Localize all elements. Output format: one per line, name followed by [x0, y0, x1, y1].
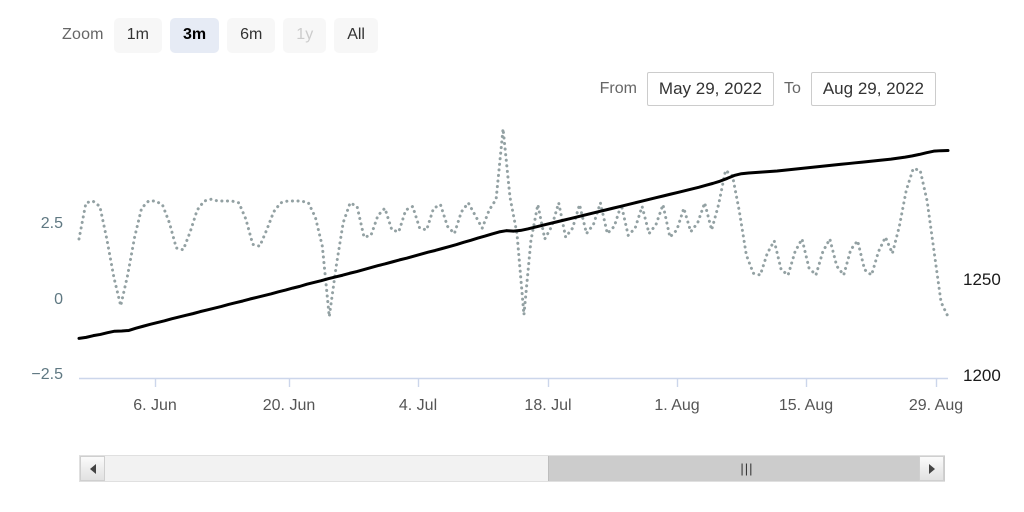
y-axis-left-tick-label: 2.5 — [41, 215, 63, 232]
range-button-1m[interactable]: 1m — [114, 18, 162, 53]
x-axis-tick-label: 1. Aug — [654, 397, 699, 414]
grip-icon: ||| — [740, 462, 753, 475]
chart-navigator-scrollbar[interactable]: ||| — [79, 455, 945, 482]
series-price-line — [79, 150, 948, 338]
plot-series — [79, 129, 948, 339]
x-axis-tick-label: 20. Jun — [263, 397, 315, 414]
x-axis-tick-label: 4. Jul — [399, 397, 437, 414]
date-range-inputs: From May 29, 2022 To Aug 29, 2022 — [600, 72, 936, 106]
y-axis-right-tick-label: 1250 — [963, 270, 1001, 289]
range-button-6m[interactable]: 6m — [227, 18, 275, 53]
x-axis: 6. Jun 20. Jun 4. Jul 18. Jul 1. Aug 15. Aug 2… — [79, 378, 963, 414]
x-axis-tick-label: 15. Aug — [779, 397, 833, 414]
from-label: From — [600, 80, 637, 98]
y-axis-left-tick-label: −2.5 — [31, 366, 63, 383]
from-date-input[interactable]: May 29, 2022 — [647, 72, 774, 106]
range-button-all[interactable]: All — [334, 18, 378, 53]
x-axis-tick-label: 18. Jul — [524, 397, 571, 414]
arrow-right-icon — [929, 464, 935, 474]
y-axis-left: 2.5 0 −2.5 — [31, 215, 63, 383]
y-axis-right: 1250 1200 — [963, 270, 1001, 385]
x-axis-tick-label: 29. Aug — [909, 397, 963, 414]
x-axis-tick-label: 6. Jun — [133, 397, 177, 414]
to-date-input[interactable]: Aug 29, 2022 — [811, 72, 936, 106]
range-button-3m[interactable]: 3m — [170, 18, 219, 53]
to-label: To — [784, 80, 801, 98]
series-deviation-line — [79, 129, 948, 317]
y-axis-right-tick-label: 1200 — [963, 366, 1001, 385]
scroll-right-button[interactable] — [919, 456, 944, 481]
y-axis-left-tick-label: 0 — [54, 291, 63, 308]
range-selector: Zoom 1m 3m 6m 1y All — [62, 18, 378, 52]
scroll-left-button[interactable] — [80, 456, 105, 481]
zoom-label: Zoom — [62, 26, 106, 44]
arrow-left-icon — [90, 464, 96, 474]
scrollbar-thumb[interactable]: ||| — [548, 456, 945, 481]
range-button-1y: 1y — [283, 18, 326, 53]
